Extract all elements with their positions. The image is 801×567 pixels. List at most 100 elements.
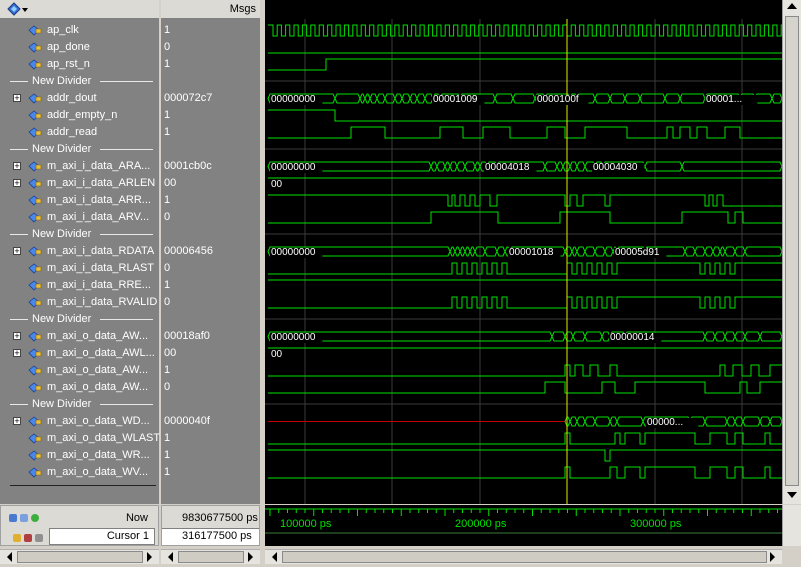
cursor-edit-icon[interactable] — [24, 534, 32, 542]
msgs-header: Msgs — [229, 3, 256, 15]
bus-waveform — [449, 161, 458, 172]
waveform-pane[interactable]: 00000000 00001009 0000100f 00001... 00000000… — [265, 0, 782, 504]
vertical-scrollbar[interactable] — [782, 0, 801, 504]
cursor-delete-icon[interactable] — [35, 534, 43, 542]
cursor-lock2-icon[interactable] — [13, 534, 21, 542]
scroll-left-arrow[interactable] — [272, 552, 277, 562]
bus-waveform — [734, 246, 746, 257]
divider-row[interactable]: New Divider — [0, 73, 159, 90]
signal-row[interactable]: m_axi_o_data_AW... — [0, 362, 159, 379]
ruler-corner — [782, 505, 801, 546]
signal-row[interactable]: addr_read — [0, 124, 159, 141]
bus-waveform — [684, 246, 696, 257]
signal-row[interactable]: ap_done — [0, 39, 159, 56]
divider-row[interactable]: New Divider — [0, 141, 159, 158]
cursor-lock-icon[interactable] — [20, 514, 28, 522]
name-hscroll-thumb[interactable] — [17, 551, 143, 563]
signal-icon — [28, 348, 42, 359]
signal-icon — [28, 127, 42, 138]
signal-name: m_axi_o_data_AW... — [47, 364, 149, 376]
wave-hscroll-thumb[interactable] — [282, 551, 767, 563]
expand-icon[interactable]: + — [13, 417, 21, 426]
scroll-down-arrow[interactable] — [787, 492, 797, 498]
signal-row[interactable]: + m_axi_o_data_WD... — [0, 413, 159, 430]
bus-waveform — [576, 161, 586, 172]
expand-icon[interactable]: + — [13, 349, 21, 358]
bus-waveform — [576, 416, 586, 427]
expand-icon[interactable]: + — [13, 179, 21, 188]
bus-waveform — [359, 93, 366, 104]
scroll-up-arrow[interactable] — [787, 3, 797, 9]
bus-waveform — [469, 246, 476, 257]
divider-row[interactable]: New Divider — [0, 226, 159, 243]
bus-value-label: 00001018 — [509, 247, 554, 258]
signal-row[interactable]: + m_axi_o_data_AWL... — [0, 345, 159, 362]
signal-row[interactable]: + m_axi_i_data_RDATA — [0, 243, 159, 260]
expand-icon[interactable]: + — [13, 332, 21, 341]
signal-row[interactable]: ap_clk — [0, 22, 159, 39]
name-hscrollbar[interactable] — [0, 549, 159, 564]
signal-row[interactable]: m_axi_o_data_WR... — [0, 447, 159, 464]
waveform-canvas[interactable]: 00000000 00001009 0000100f 00001...00000000… — [265, 0, 782, 504]
divider-label: New Divider — [32, 228, 92, 240]
bus-waveform — [569, 416, 578, 427]
signal-row[interactable]: ap_rst_n — [0, 56, 159, 73]
bus-waveform — [564, 331, 574, 342]
signal-row[interactable]: m_axi_i_data_ARR... — [0, 192, 159, 209]
signal-icon — [28, 433, 42, 444]
scroll-thumb[interactable] — [785, 16, 799, 486]
signal-row[interactable]: m_axi_o_data_WLAST — [0, 430, 160, 447]
scroll-right-arrow[interactable] — [770, 552, 775, 562]
cursor-1-label-box[interactable]: Cursor 1 — [49, 528, 155, 545]
scroll-left-arrow[interactable] — [168, 552, 173, 562]
signal-name: addr_dout — [47, 92, 97, 104]
scroll-right-arrow[interactable] — [147, 552, 152, 562]
bus-value-label: 00000000 — [271, 332, 316, 343]
scroll-left-arrow[interactable] — [7, 552, 12, 562]
signal-row[interactable]: m_axi_i_data_RRE... — [0, 277, 159, 294]
bus-value-label: 00004018 — [485, 162, 530, 173]
bus-waveform — [544, 161, 558, 172]
signal-row[interactable]: m_axi_i_data_RVALID — [0, 294, 159, 311]
signal-name: addr_empty_n — [47, 109, 118, 121]
signal-row[interactable]: m_axi_o_data_WV... — [0, 464, 159, 481]
signal-row[interactable]: + m_axi_i_data_ARLEN — [0, 175, 159, 192]
signal-row[interactable]: m_axi_o_data_AW... — [0, 379, 159, 396]
divider-row[interactable]: New Divider — [0, 396, 159, 413]
signal-value: 00 — [164, 347, 177, 359]
value-hscrollbar[interactable] — [161, 549, 260, 564]
bus-waveform — [430, 161, 438, 172]
signal-row[interactable]: + m_axi_o_data_AW... — [0, 328, 159, 345]
signal-row[interactable]: m_axi_i_data_ARV... — [0, 209, 159, 226]
bus-waveform — [334, 93, 361, 104]
divider-line — [100, 234, 153, 235]
bus-waveform — [376, 93, 386, 104]
bus-waveform — [594, 416, 611, 427]
signal-name: ap_rst_n — [47, 58, 90, 70]
wave-window-icon[interactable] — [6, 2, 28, 16]
cursor-toolbar: Now Cursor 1 — [0, 505, 159, 546]
signal-row[interactable]: m_axi_i_data_RLAST — [0, 260, 159, 277]
divider-label: New Divider — [32, 143, 92, 155]
cursor-plus-icon[interactable] — [31, 514, 39, 522]
value-hscroll-thumb[interactable] — [178, 551, 244, 563]
scroll-right-arrow[interactable] — [248, 552, 253, 562]
wave-hscrollbar[interactable] — [265, 549, 782, 564]
signal-row[interactable]: + addr_dout — [0, 90, 159, 107]
signal-icon — [28, 212, 42, 223]
bus-waveform — [681, 161, 782, 172]
wvalid-waveform — [268, 466, 782, 479]
signal-row[interactable]: addr_empty_n — [0, 107, 159, 124]
divider-row[interactable]: New Divider — [0, 311, 159, 328]
expand-icon[interactable]: + — [13, 162, 21, 171]
divider-label: New Divider — [32, 75, 92, 87]
expand-icon[interactable]: + — [13, 247, 21, 256]
cursor-add-icon[interactable] — [9, 514, 17, 522]
expand-icon[interactable]: + — [13, 94, 21, 103]
bus-waveform — [401, 93, 411, 104]
bus-waveform — [454, 246, 461, 257]
signal-row[interactable]: + m_axi_i_data_ARA... — [0, 158, 159, 175]
time-ruler[interactable]: 100000 ps 200000 ps 300000 ps — [265, 505, 782, 546]
signal-value: 0 — [164, 296, 171, 308]
wready-waveform — [268, 449, 782, 462]
